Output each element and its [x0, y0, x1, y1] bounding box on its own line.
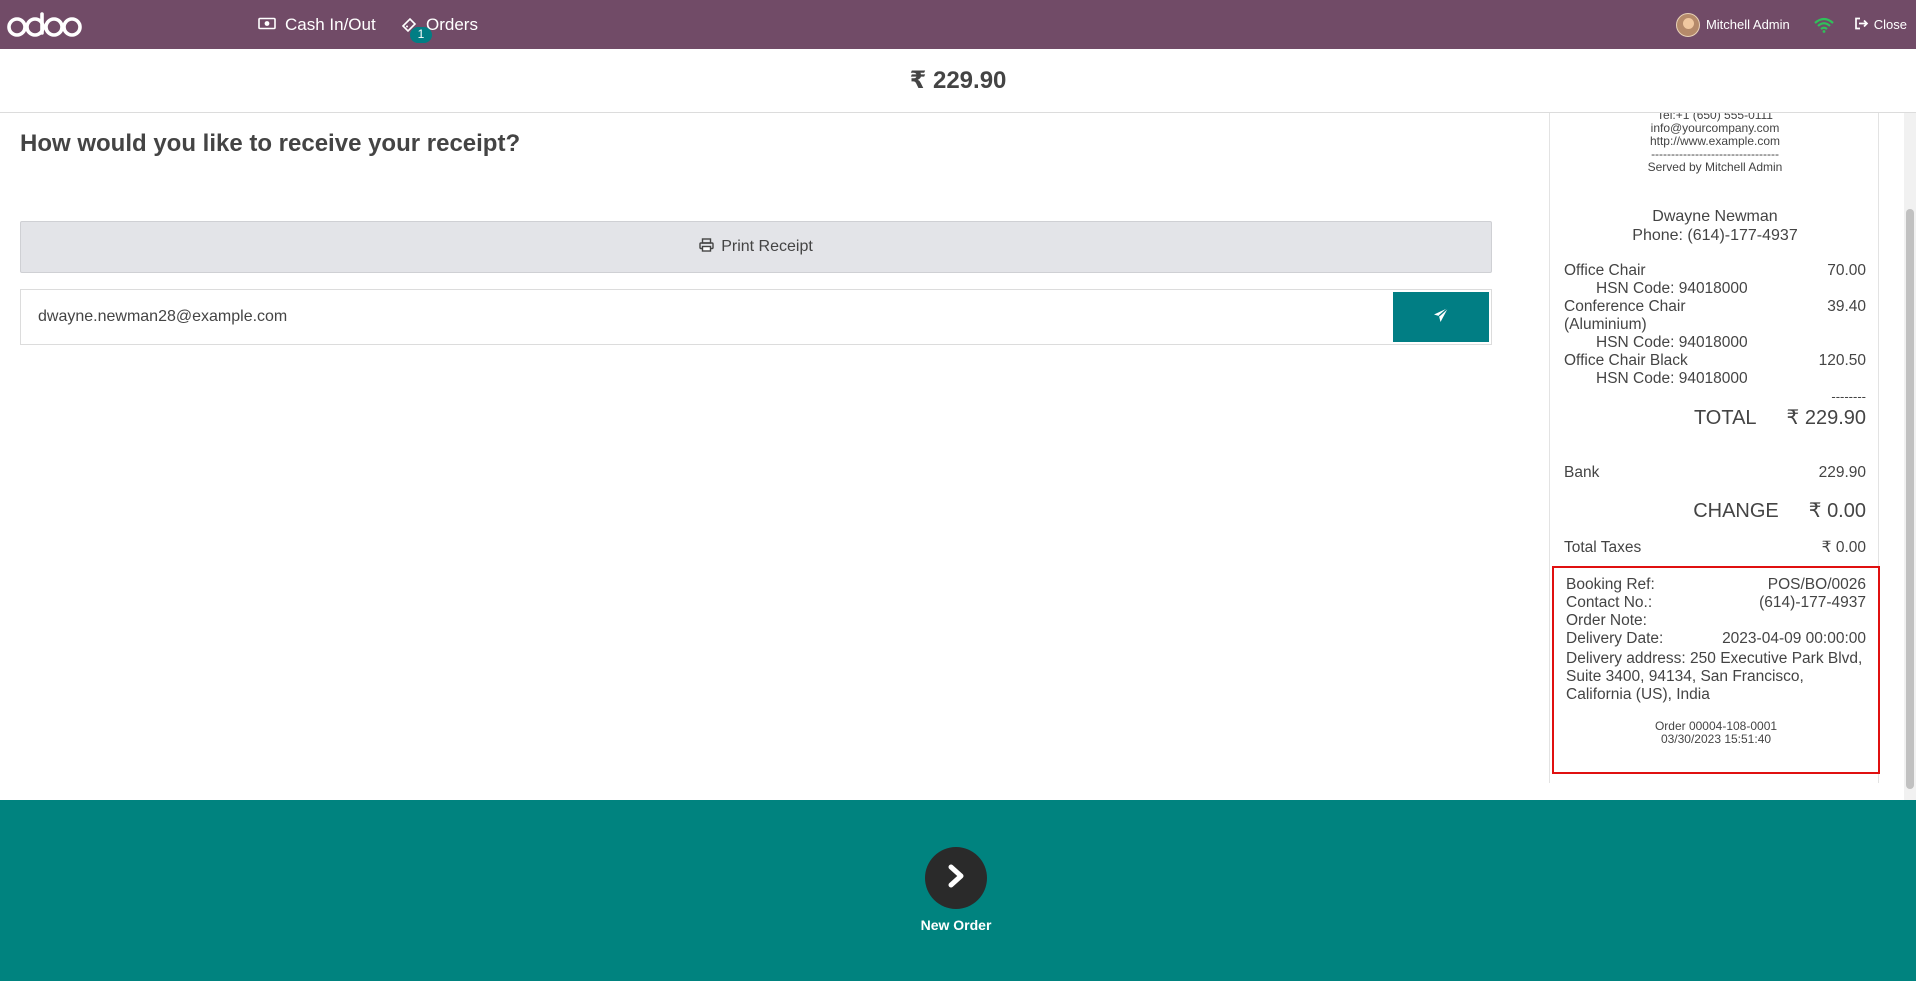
receipt-total-label: TOTAL	[1693, 407, 1757, 429]
avatar	[1675, 12, 1700, 37]
receipt-line-item: Office Chair 70.00	[1564, 262, 1866, 280]
ticket-icon: 1	[401, 17, 432, 43]
receipt-question: How would you like to receive your recei…	[20, 130, 521, 157]
receipt-total-row: TOTAL ₹ 229.90	[1564, 405, 1866, 430]
receipt-line-item: Office Chair Black 120.50	[1564, 352, 1866, 370]
booking-ref-row: Booking Ref: POS/BO/0026	[1566, 576, 1866, 593]
receipt-options-pane: How would you like to receive your recei…	[0, 114, 1550, 800]
item-hsn: HSN Code: 94018000	[1596, 280, 1748, 297]
orders-button[interactable]: 1 Orders	[401, 0, 478, 49]
customer-name: Dwayne Newman	[1652, 208, 1778, 225]
item-name-continued: (Aluminium)	[1564, 316, 1647, 333]
change-label: CHANGE	[1693, 500, 1779, 522]
payment-method: Bank	[1564, 464, 1600, 481]
delivery-date-value: 2023-04-09 00:00:00	[1722, 630, 1866, 647]
customer-phone: Phone: (614)-177-4937	[1632, 227, 1798, 244]
print-receipt-button[interactable]: Print Receipt	[20, 221, 1492, 273]
odoo-logo	[6, 8, 82, 42]
email-receipt-row	[20, 289, 1492, 345]
item-hsn: HSN Code: 94018000	[1596, 370, 1748, 387]
contact-value: (614)-177-4937	[1759, 594, 1866, 611]
send-email-button[interactable]	[1393, 292, 1489, 342]
item-name: Office Chair Black	[1564, 352, 1688, 369]
close-label: Close	[1873, 17, 1907, 32]
order-reference: Order 00004-108-0001 03/30/2023 15:51:40	[1554, 720, 1878, 746]
delivery-address: Delivery address: 250 Executive Park Blv…	[1566, 650, 1863, 703]
paper-plane-icon	[1433, 307, 1449, 328]
receipt-line-item: Conference Chair 39.40	[1564, 298, 1866, 316]
taxes-value: ₹ 0.00	[1821, 539, 1866, 556]
money-icon	[258, 15, 276, 35]
total-separator: --------	[1831, 389, 1866, 404]
printer-icon	[699, 237, 714, 257]
new-order-button[interactable]	[925, 847, 987, 909]
chevron-right-icon	[945, 864, 967, 893]
cash-in-out-label: Cash In/Out	[285, 14, 376, 34]
close-button[interactable]: Close	[1854, 17, 1907, 33]
sign-out-icon	[1854, 17, 1869, 33]
bottom-action-bar: New Order	[0, 800, 1916, 981]
user-menu[interactable]: Mitchell Admin	[1675, 12, 1790, 37]
print-receipt-label: Print Receipt	[721, 238, 813, 255]
order-note-row: Order Note:	[1566, 612, 1647, 629]
item-price: 39.40	[1827, 298, 1866, 315]
change-value: ₹ 0.00	[1808, 500, 1866, 522]
payment-line: Bank 229.90	[1564, 464, 1866, 482]
payment-amount: 229.90	[1818, 464, 1866, 481]
receipt-scrollbar[interactable]	[1904, 113, 1916, 800]
email-input[interactable]	[21, 291, 1393, 343]
wifi-icon[interactable]	[1814, 17, 1834, 33]
served-by: Served by Mitchell Admin	[1647, 160, 1783, 174]
top-navbar: Cash In/Out 1 Orders Mitchell Admin Clos…	[0, 0, 1916, 49]
taxes-label: Total Taxes	[1564, 539, 1642, 556]
booking-ref-value: POS/BO/0026	[1767, 576, 1866, 593]
scrollbar-thumb[interactable]	[1906, 209, 1914, 789]
item-price: 70.00	[1827, 262, 1866, 279]
order-total-amount: ₹ 229.90	[909, 67, 1007, 94]
contact-row: Contact No.: (614)-177-4937	[1566, 594, 1866, 611]
change-row: CHANGE ₹ 0.00	[1564, 498, 1866, 523]
item-name: Conference Chair	[1564, 298, 1686, 315]
customer-info: Dwayne Newman Phone: (614)-177-4937	[1550, 207, 1878, 245]
new-order-label[interactable]: New Order	[856, 917, 1056, 933]
receipt-total-value: ₹ 229.90	[1786, 407, 1866, 429]
order-datetime: 03/30/2023 15:51:40	[1660, 732, 1772, 746]
booking-details-highlight: Booking Ref: POS/BO/0026 Contact No.: (6…	[1552, 566, 1880, 774]
order-total-header: ₹ 229.90	[0, 49, 1916, 113]
orders-count-badge: 1	[410, 26, 432, 43]
cash-in-out-button[interactable]: Cash In/Out	[258, 0, 376, 49]
delivery-date-row: Delivery Date: 2023-04-09 00:00:00	[1566, 630, 1866, 647]
user-name: Mitchell Admin	[1705, 17, 1790, 32]
orders-label: Orders	[426, 14, 478, 34]
total-taxes-row: Total Taxes ₹ 0.00	[1564, 539, 1866, 557]
item-price: 120.50	[1818, 352, 1866, 369]
item-hsn: HSN Code: 94018000	[1596, 334, 1748, 351]
item-name: Office Chair	[1564, 262, 1646, 279]
